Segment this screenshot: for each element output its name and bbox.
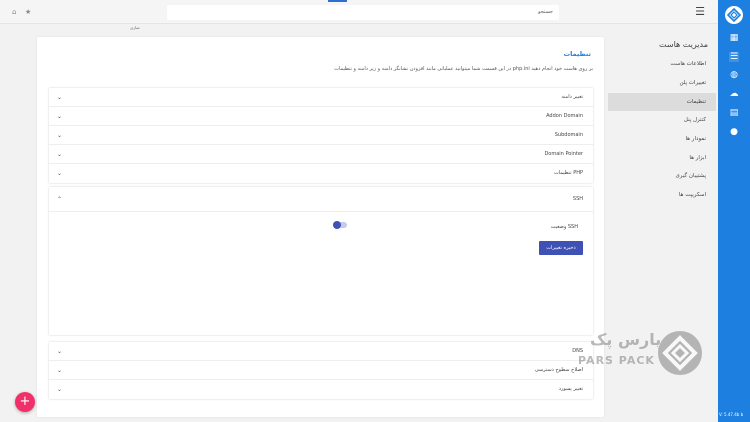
accordion-label: SSH xyxy=(572,196,583,202)
globe-icon[interactable]: ◍ xyxy=(729,70,739,80)
page-title: تنظیمات xyxy=(563,50,591,58)
chevron-down-icon: ⌄ xyxy=(57,367,63,374)
watermark-fa-text: پارس پک xyxy=(590,330,662,349)
chevron-up-icon: ⌃ xyxy=(57,196,63,203)
accordion-label: Addon Domain xyxy=(546,113,583,119)
add-fab-button[interactable]: + xyxy=(15,392,35,412)
accordion-ssh-expanded: SSH ⌃ وضعیت SSH ذخیره تغییرات xyxy=(49,187,593,335)
accordion-item-addon-domain[interactable]: Addon Domain ⌄ xyxy=(49,107,593,126)
chevron-down-icon: ⌄ xyxy=(57,94,63,101)
accordion-item-change-password[interactable]: تغییر پسورد ⌄ xyxy=(49,380,593,399)
dashboard-icon[interactable]: ▦ xyxy=(729,33,739,43)
cloud-icon[interactable]: ☁ xyxy=(729,89,739,99)
accordion-group-domains: تغییر دامنه ⌄ Addon Domain ⌄ Subdomain ⌄… xyxy=(49,88,593,183)
icon-rail: ▦ ☰ ◍ ☁ ▤ ● V: 5.47.4b b xyxy=(718,0,750,422)
accordion-item-change-domain[interactable]: تغییر دامنه ⌄ xyxy=(49,88,593,107)
accordion-label: تغییر دامنه xyxy=(561,94,583,100)
sidebar-item-charts[interactable]: نمودار ها xyxy=(608,130,716,148)
accordion-item-subdomain[interactable]: Subdomain ⌄ xyxy=(49,126,593,145)
accordion-label: تغییر پسورد xyxy=(558,386,583,392)
chevron-down-icon: ⌄ xyxy=(57,113,63,120)
chevron-down-icon: ⌄ xyxy=(57,151,63,158)
accordion-item-permissions[interactable]: اصلاح سطوح دسترسی ⌄ xyxy=(49,361,593,380)
sidebar-item-scripts[interactable]: اسکریپت ها xyxy=(608,186,716,204)
watermark-en-text: PARS PACK xyxy=(578,354,655,367)
accordion-item-ssh[interactable]: SSH ⌃ xyxy=(49,187,593,212)
accordion-label: Domain Pointer xyxy=(544,151,583,157)
header-sub-label: سازی xyxy=(130,25,140,30)
version-label: V: 5.47.4b b xyxy=(719,412,744,417)
logo-icon xyxy=(725,6,743,24)
sidebar-title: مدیریت هاست xyxy=(659,40,708,49)
chevron-down-icon: ⌄ xyxy=(57,386,63,393)
user-icon[interactable]: ● xyxy=(729,127,739,137)
page-description: در این قسمت شما میتوانید عملیاتی مانند ا… xyxy=(334,66,593,72)
accordion-item-domain-pointer[interactable]: Domain Pointer ⌄ xyxy=(49,145,593,164)
top-header: ⌂ ★ جستجو ☰ xyxy=(0,0,718,24)
sidebar-item-host-info[interactable]: اطلاعات هاست xyxy=(608,55,716,73)
toggle-knob xyxy=(333,221,341,229)
sidebar-item-plan-change[interactable]: تغییرات پلن xyxy=(608,74,716,92)
accordion-item-dns[interactable]: DNS ⌄ xyxy=(49,342,593,361)
parspack-logo-icon xyxy=(658,331,702,375)
ssh-toggle[interactable] xyxy=(333,221,347,229)
parspack-watermark: پارس پک PARS PACK xyxy=(578,330,708,375)
settings-card: تنظیمات در این قسمت شما میتوانید عملیاتی… xyxy=(37,37,604,417)
accordion-item-php-settings[interactable]: تنظیمات PHP ⌄ xyxy=(49,164,593,183)
server-icon[interactable]: ☰ xyxy=(729,52,739,62)
accordion-label: اصلاح سطوح دسترسی xyxy=(534,367,583,373)
accordion-label: تنظیمات PHP xyxy=(553,170,583,176)
ssh-status-label: وضعیت SSH xyxy=(550,224,578,230)
chevron-down-icon: ⌄ xyxy=(57,348,63,355)
home-icon[interactable]: ⌂ xyxy=(12,8,16,16)
sidebar-item-settings[interactable]: تنظیمات xyxy=(608,93,716,111)
active-tab-indicator xyxy=(328,0,347,2)
menu-icon[interactable]: ☰ xyxy=(694,6,706,18)
document-icon[interactable]: ▤ xyxy=(729,108,739,118)
accordion-label: Subdomain xyxy=(554,132,583,138)
accordion-group-misc: DNS ⌄ اصلاح سطوح دسترسی ⌄ تغییر پسورد ⌄ xyxy=(49,342,593,399)
star-icon[interactable]: ★ xyxy=(25,8,31,16)
save-button[interactable]: ذخیره تغییرات xyxy=(539,241,583,255)
sidebar-item-control-panel[interactable]: کنترل پنل xyxy=(608,111,716,129)
search-input[interactable]: جستجو xyxy=(167,5,559,20)
sidebar-item-tools[interactable]: ابزار ها xyxy=(608,149,716,167)
chevron-down-icon: ⌄ xyxy=(57,132,63,139)
sidebar-item-backup[interactable]: پشتیبان گیری xyxy=(608,167,716,185)
chevron-down-icon: ⌄ xyxy=(57,170,63,177)
